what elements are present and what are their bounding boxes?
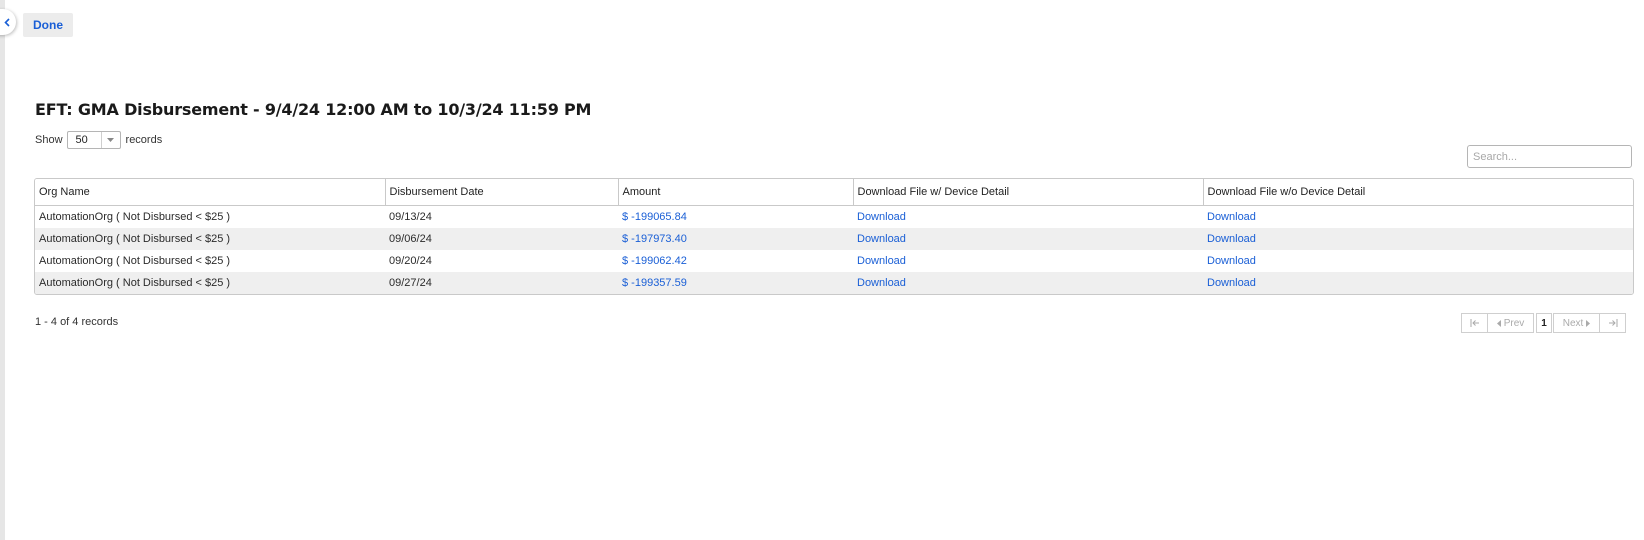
last-page-icon <box>1608 319 1617 327</box>
page-length-value: 50 <box>75 134 88 146</box>
amount-cell: $ -197973.40 <box>618 228 853 250</box>
org-name-cell: AutomationOrg ( Not Disbursed < $25 ) <box>39 211 231 223</box>
amount-link[interactable]: $ -199065.84 <box>622 211 687 223</box>
collapse-panel-button[interactable] <box>0 9 16 35</box>
download-without-detail-cell: Download <box>1203 250 1633 272</box>
last-page-button[interactable] <box>1599 313 1626 333</box>
date-cell: 09/06/24 <box>385 228 618 250</box>
prev-page-button[interactable]: Prev <box>1487 313 1534 333</box>
disbursement-table: Org Name Disbursement Date Amount Downlo… <box>34 178 1634 295</box>
column-header-amount[interactable]: Amount <box>618 179 854 206</box>
download-without-detail-cell: Download <box>1203 206 1633 229</box>
page-length-control: Show 50 records <box>35 131 162 149</box>
download-with-detail-link[interactable]: Download <box>857 233 906 245</box>
org-name-cell: AutomationOrg ( Not Disbursed < $25 ) <box>35 272 385 294</box>
amount-cell: $ -199357.59 <box>618 272 853 294</box>
amount-cell: $ -199062.42 <box>618 250 853 272</box>
amount-link[interactable]: $ -199062.42 <box>622 255 687 267</box>
next-label: Next <box>1562 317 1584 329</box>
column-header-disbursement-date[interactable]: Disbursement Date <box>385 179 619 206</box>
org-name-cell: AutomationOrg ( Not Disbursed < $25 ) <box>35 228 385 250</box>
table-row: AutomationOrg ( Not Disbursed < $25 ) 09… <box>35 272 1633 294</box>
org-name-cell: AutomationOrg ( Not Disbursed < $25 ) <box>39 255 231 267</box>
page-title: EFT: GMA Disbursement - 9/4/24 12:00 AM … <box>35 100 592 119</box>
first-page-button[interactable] <box>1461 313 1488 333</box>
amount-link[interactable]: $ -197973.40 <box>622 233 687 245</box>
download-with-detail-cell: Download <box>853 228 1203 250</box>
table-row: AutomationOrg ( Not Disbursed < $25 ) 09… <box>35 228 1633 250</box>
first-page-icon <box>1470 319 1479 327</box>
download-with-detail-link[interactable]: Download <box>857 277 906 289</box>
download-with-detail-link[interactable]: Download <box>857 211 906 223</box>
done-button[interactable]: Done <box>23 13 73 37</box>
chevron-left-icon <box>4 17 10 27</box>
date-cell: 09/27/24 <box>385 272 618 294</box>
search-input[interactable] <box>1467 145 1632 168</box>
caret-right-icon <box>1586 319 1591 327</box>
amount-cell: $ -199065.84 <box>618 206 853 229</box>
download-with-detail-cell: Download <box>853 272 1203 294</box>
column-header-org-name[interactable]: Org Name <box>35 179 386 206</box>
date-cell: 09/13/24 <box>389 211 432 223</box>
page-number-button[interactable]: 1 <box>1536 313 1552 333</box>
table-row: AutomationOrg ( Not Disbursed < $25 ) 09… <box>35 206 1633 229</box>
date-cell: 09/20/24 <box>389 255 432 267</box>
records-summary: 1 - 4 of 4 records <box>35 316 119 328</box>
prev-label: Prev <box>1503 317 1525 329</box>
show-label: Show <box>35 134 63 146</box>
page-length-select[interactable]: 50 <box>66 131 121 149</box>
table-row: AutomationOrg ( Not Disbursed < $25 ) 09… <box>35 250 1633 272</box>
download-with-detail-cell: Download <box>853 206 1203 229</box>
amount-link[interactable]: $ -199357.59 <box>622 277 687 289</box>
download-without-detail-link[interactable]: Download <box>1207 255 1256 267</box>
download-with-detail-cell: Download <box>853 250 1203 272</box>
chevron-down-icon <box>100 132 120 148</box>
column-header-download-with-detail[interactable]: Download File w/ Device Detail <box>853 179 1204 206</box>
records-label: records <box>125 134 163 146</box>
left-rail <box>0 0 5 540</box>
download-with-detail-link[interactable]: Download <box>857 255 906 267</box>
download-without-detail-cell: Download <box>1203 272 1633 294</box>
next-page-button[interactable]: Next <box>1553 313 1600 333</box>
pagination: Prev 1 Next <box>1461 313 1626 333</box>
download-without-detail-link[interactable]: Download <box>1207 211 1256 223</box>
table-header-row: Org Name Disbursement Date Amount Downlo… <box>35 179 1633 206</box>
download-without-detail-link[interactable]: Download <box>1207 277 1256 289</box>
column-header-download-without-detail[interactable]: Download File w/o Device Detail <box>1203 179 1633 206</box>
download-without-detail-cell: Download <box>1203 228 1633 250</box>
caret-left-icon <box>1496 319 1501 327</box>
download-without-detail-link[interactable]: Download <box>1207 233 1256 245</box>
